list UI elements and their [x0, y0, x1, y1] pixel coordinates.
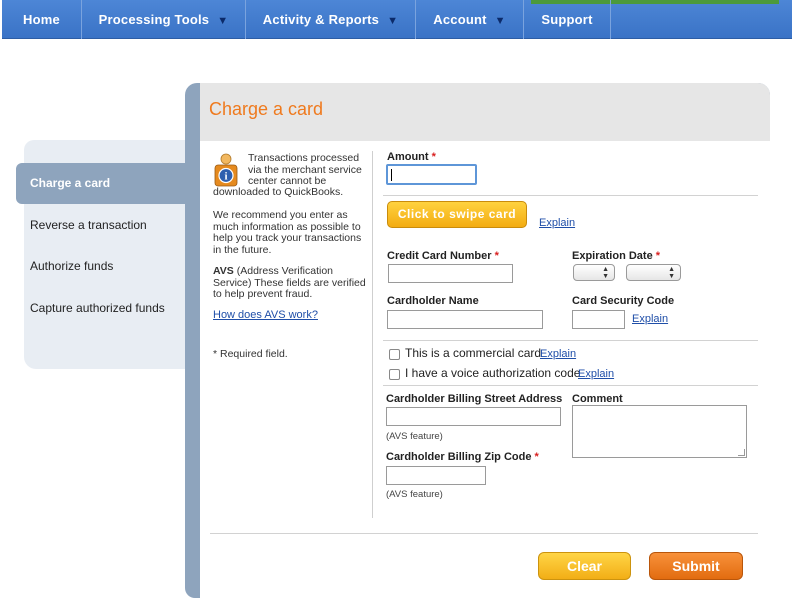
security-code-input[interactable]: [572, 310, 625, 329]
divider: [383, 385, 758, 386]
nav-home-label: Home: [23, 12, 60, 27]
expiration-month-select[interactable]: ▲ ▼: [573, 264, 615, 281]
comment-label: Comment: [572, 393, 623, 405]
select-arrows-icon: ▲ ▼: [668, 266, 675, 280]
column-divider: [372, 151, 373, 518]
sidebar-item-capture-funds[interactable]: Capture authorized funds: [30, 301, 165, 315]
divider: [210, 533, 758, 534]
expiration-label: Expiration Date *: [572, 250, 661, 262]
voice-auth-explain-link[interactable]: Explain: [578, 368, 614, 380]
security-code-label: Card Security Code: [572, 295, 675, 307]
amount-label: Amount *: [387, 151, 436, 163]
card-number-label: Credit Card Number *: [387, 250, 499, 262]
submit-button[interactable]: Submit: [649, 552, 743, 580]
nav-account[interactable]: Account ▼: [416, 0, 524, 39]
avs-feature-note: (AVS feature): [386, 431, 443, 442]
info-text-recommend: We recommend you enter as much informati…: [213, 209, 362, 256]
cardholder-name-input[interactable]: [387, 310, 543, 329]
commercial-card-label: This is a commercial card: [405, 346, 542, 360]
info-text-avs: AVS (Address Verification Service) These…: [213, 265, 366, 300]
clear-button[interactable]: Clear: [538, 552, 631, 580]
sidebar-item-label: Charge a card: [30, 176, 111, 190]
avs-help-link[interactable]: How does AVS work?: [213, 309, 318, 321]
avs-feature-note: (AVS feature): [386, 489, 443, 500]
nav-support[interactable]: Support: [524, 0, 611, 39]
amount-input[interactable]: [386, 164, 477, 185]
divider: [383, 340, 758, 341]
commercial-explain-link[interactable]: Explain: [540, 348, 576, 360]
commercial-card-checkbox[interactable]: [389, 349, 400, 360]
page-title: Charge a card: [209, 99, 324, 119]
cardholder-name-label: Cardholder Name: [387, 295, 479, 307]
chevron-down-icon: ▼: [387, 15, 399, 27]
voice-auth-checkbox[interactable]: [389, 369, 400, 380]
swipe-card-button[interactable]: Click to swipe card: [387, 201, 527, 228]
select-arrows-icon: ▲ ▼: [602, 266, 609, 280]
street-address-label: Cardholder Billing Street Address: [386, 393, 563, 405]
divider: [383, 195, 758, 196]
resize-grip-icon[interactable]: [738, 449, 745, 456]
sidebar-item-reverse-transaction[interactable]: Reverse a transaction: [30, 218, 147, 232]
info-text-quickbooks: downloaded to QuickBooks.: [213, 186, 344, 198]
info-person-icon: i: [214, 153, 238, 187]
swipe-explain-link[interactable]: Explain: [539, 217, 575, 229]
sidebar-item-charge-a-card[interactable]: Charge a card: [16, 163, 194, 204]
security-code-explain-link[interactable]: Explain: [632, 313, 668, 325]
nav-account-label: Account: [433, 12, 487, 27]
street-address-input[interactable]: [386, 407, 561, 426]
sidebar-item-authorize-funds[interactable]: Authorize funds: [30, 259, 113, 273]
required-field-note: * Required field.: [213, 348, 288, 360]
text-caret: [391, 169, 392, 181]
nav-processing-tools[interactable]: Processing Tools ▼: [82, 0, 246, 39]
nav-processing-tools-label: Processing Tools: [98, 12, 210, 27]
voice-auth-label: I have a voice authorization code: [405, 366, 581, 380]
zip-code-input[interactable]: [386, 466, 486, 485]
comment-textarea[interactable]: [572, 405, 747, 458]
nav-activity-reports[interactable]: Activity & Reports ▼: [246, 0, 416, 39]
chevron-down-icon: ▼: [217, 15, 229, 27]
chevron-down-icon: ▼: [494, 15, 506, 27]
svg-text:i: i: [224, 171, 227, 183]
nav-home[interactable]: Home: [2, 0, 82, 39]
expiration-year-select[interactable]: ▲ ▼: [626, 264, 681, 281]
info-text-transactions: Transactions processed via the merchant …: [248, 152, 362, 187]
card-number-input[interactable]: [388, 264, 513, 283]
nav-activity-reports-label: Activity & Reports: [262, 12, 380, 27]
zip-code-label: Cardholder Billing Zip Code *: [386, 451, 539, 463]
nav-support-label: Support: [541, 12, 593, 27]
